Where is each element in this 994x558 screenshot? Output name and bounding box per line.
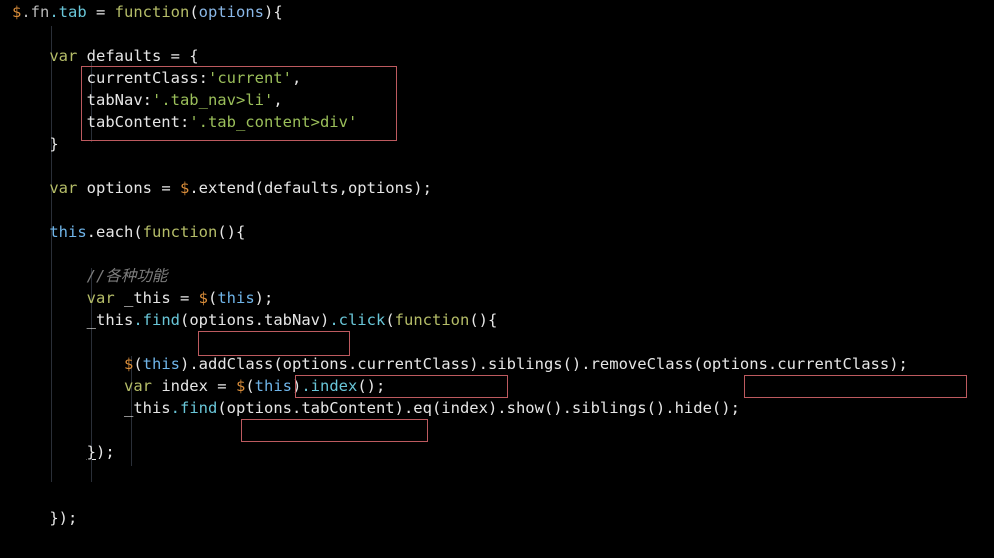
- code-line[interactable]: currentClass:'current',: [12, 67, 302, 89]
- code-line[interactable]: var defaults = {: [12, 45, 199, 67]
- code-token: tabContent:: [86, 113, 190, 131]
- code-line[interactable]: var options = $.extend(defaults,options)…: [12, 177, 432, 199]
- code-token: ){: [264, 3, 283, 21]
- code-token: .fn: [21, 3, 50, 21]
- code-token: (){: [217, 223, 246, 241]
- code-token: '.tab_nav>li': [151, 91, 274, 109]
- code-token: //各种功能: [86, 267, 168, 285]
- code-token: (options.tabNav): [180, 311, 330, 329]
- code-token: }: [86, 443, 96, 461]
- code-token: .extend(defaults,options);: [189, 179, 432, 197]
- code-token: (){: [469, 311, 498, 329]
- code-token: .each(: [86, 223, 143, 241]
- code-token: ,: [273, 91, 283, 109]
- code-token: ): [292, 377, 302, 395]
- code-token: (: [189, 3, 199, 21]
- code-line[interactable]: var index = $(this).index();: [12, 375, 385, 397]
- code-token: (: [385, 311, 395, 329]
- code-token: );: [254, 289, 274, 307]
- code-token: _this: [86, 311, 134, 329]
- code-line[interactable]: tabContent:'.tab_content>div': [12, 111, 358, 133]
- code-line[interactable]: $.fn.tab = function(options){: [12, 1, 283, 23]
- code-token: defaults = {: [77, 47, 199, 65]
- code-token: $: [123, 355, 134, 373]
- code-line[interactable]: this.each(function(){: [12, 221, 245, 243]
- code-token: var: [123, 377, 152, 395]
- code-token: (: [133, 355, 143, 373]
- code-editor-viewport[interactable]: $.fn.tab = function(options){ var defaul…: [0, 0, 994, 558]
- code-token: });: [12, 509, 78, 527]
- code-token: =: [86, 3, 115, 21]
- code-token: function: [394, 311, 470, 329]
- code-line[interactable]: _this.find(options.tabContent).eq(index)…: [12, 397, 740, 419]
- code-token: this: [254, 377, 292, 395]
- code-token: .tab: [49, 3, 87, 21]
- code-token: _this: [123, 399, 171, 417]
- code-token: .click: [329, 311, 386, 329]
- code-token: _this =: [114, 289, 199, 307]
- code-line[interactable]: });: [12, 441, 115, 463]
- code-token: function: [142, 223, 218, 241]
- code-token: $: [198, 289, 208, 307]
- code-token: (options.tabContent).eq(index).show().si…: [217, 399, 740, 417]
- code-token: (: [245, 377, 255, 395]
- code-token: ,: [291, 69, 302, 87]
- code-token: this: [217, 289, 255, 307]
- code-token: currentClass:: [86, 69, 208, 87]
- code-token: '.tab_content>div': [189, 113, 358, 131]
- code-token: );: [96, 443, 115, 461]
- code-token: this: [142, 355, 180, 373]
- code-line[interactable]: }: [12, 133, 59, 155]
- code-token: options: [198, 3, 264, 21]
- code-token: var: [86, 289, 115, 307]
- code-token: $: [179, 179, 190, 197]
- code-token: (: [208, 289, 218, 307]
- code-line[interactable]: });: [12, 507, 77, 529]
- code-token: .find: [133, 311, 180, 329]
- code-token: $: [12, 3, 22, 21]
- code-token: .index: [301, 377, 358, 395]
- code-line[interactable]: tabNav:'.tab_nav>li',: [12, 89, 283, 111]
- code-line[interactable]: var _this = $(this);: [12, 287, 274, 309]
- code-token: function: [114, 3, 190, 21]
- options-currentclass-2-highlight: [744, 375, 967, 398]
- code-token: var: [49, 179, 78, 197]
- code-token: $: [235, 377, 246, 395]
- code-line[interactable]: _this.find(options.tabNav).click(functio…: [12, 309, 498, 331]
- code-token: .find: [170, 399, 218, 417]
- code-token: ).addClass(options.currentClass).sibling…: [180, 355, 908, 373]
- code-token: tabNav:: [86, 91, 152, 109]
- options-tabcontent-highlight: [241, 419, 428, 442]
- code-token: options =: [77, 179, 180, 197]
- code-line[interactable]: $(this).addClass(options.currentClass).s…: [12, 353, 908, 375]
- code-token: var: [49, 47, 78, 65]
- code-token: index =: [151, 377, 236, 395]
- code-token: this: [49, 223, 87, 241]
- code-token: 'current': [207, 69, 292, 87]
- code-token: }: [12, 135, 59, 153]
- code-line[interactable]: //各种功能: [12, 265, 168, 287]
- code-token: ();: [357, 377, 386, 395]
